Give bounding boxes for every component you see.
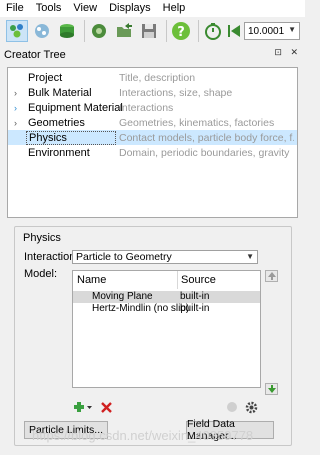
simulator-icon[interactable]	[88, 20, 110, 42]
refresh-icon	[227, 402, 237, 412]
column-header-source[interactable]: Source	[177, 271, 260, 289]
delete-icon	[100, 401, 112, 413]
table-row[interactable]: Hertz-Mindlin (no slip) built-in	[73, 303, 260, 315]
tree-item-label: Geometries	[28, 116, 85, 129]
add-model-button[interactable]	[72, 400, 94, 414]
table-row[interactable]: Moving Plane built-in	[73, 291, 260, 303]
panel-title: Creator Tree	[4, 48, 66, 61]
tree-item-project[interactable]: Project Title, description	[8, 70, 297, 85]
refresh-button[interactable]	[226, 401, 238, 413]
column-header-name[interactable]: Name	[77, 271, 177, 289]
tree-item-equipment-material[interactable]: › Equipment Material Interactions	[8, 100, 297, 115]
chevron-right-icon[interactable]: ›	[14, 103, 24, 113]
move-up-button[interactable]	[265, 270, 278, 282]
chevron-right-icon[interactable]: ›	[14, 118, 24, 128]
chevron-right-icon[interactable]: ›	[14, 88, 24, 98]
column-header-label: Source	[181, 274, 216, 286]
menu-view[interactable]: View	[67, 0, 103, 17]
tree-item-description: Title, description	[119, 71, 196, 84]
timestep-value: 10.0001	[248, 25, 285, 37]
model-source: built-in	[180, 291, 210, 302]
menu-displays[interactable]: Displays	[103, 0, 157, 17]
remove-model-button[interactable]	[100, 401, 112, 413]
bulk-material-icon[interactable]	[31, 20, 53, 42]
menu-tools[interactable]: Tools	[30, 0, 68, 17]
interaction-value: Particle to Geometry	[76, 251, 172, 263]
svg-text:?: ?	[177, 25, 185, 40]
add-icon	[74, 402, 92, 412]
model-source: built-in	[180, 303, 210, 314]
tree-item-label: Equipment Material	[28, 101, 123, 114]
tree-item-environment[interactable]: Environment Domain, periodic boundaries,…	[8, 145, 297, 160]
toolbar-separator	[166, 20, 167, 42]
tree-item-description: Contact models, particle body force, f..…	[119, 131, 294, 144]
model-name: Hertz-Mindlin (no slip)	[92, 303, 190, 314]
model-table: Name Source Moving Plane built-in Hertz-…	[72, 270, 261, 388]
menubar: File Tools View Displays Help	[0, 0, 305, 17]
arrow-down-icon	[267, 385, 276, 393]
chevron-down-icon: ▼	[288, 25, 296, 34]
interaction-select[interactable]: Particle to Geometry ▼	[72, 250, 258, 264]
tree-item-description: Interactions, size, shape	[119, 86, 233, 99]
model-name: Moving Plane	[92, 291, 153, 302]
tree-item-geometries[interactable]: › Geometries Geometries, kinematics, fac…	[8, 115, 297, 130]
toolbar-separator	[84, 20, 85, 42]
help-icon[interactable]: ?	[170, 20, 192, 42]
move-down-button[interactable]	[265, 383, 278, 395]
arrow-up-icon	[267, 272, 276, 280]
tree-item-description: Domain, periodic boundaries, gravity	[119, 146, 290, 159]
rewind-icon[interactable]	[227, 20, 241, 42]
timestep-combo[interactable]: 10.0001 ▼	[244, 22, 300, 40]
tree-item-physics[interactable]: Physics Contact models, particle body fo…	[8, 130, 297, 145]
tree-item-label: Project	[28, 71, 63, 84]
model-label: Model:	[24, 268, 58, 280]
panel-controls[interactable]: ⊡ ✕	[274, 47, 301, 58]
geometry-icon[interactable]	[56, 20, 78, 42]
physics-group-title: Physics	[22, 232, 62, 244]
tree-item-description: Geometries, kinematics, factories	[119, 116, 275, 129]
creator-tree: Project Title, description › Bulk Materi…	[7, 67, 298, 218]
settings-button[interactable]	[244, 400, 258, 414]
tree-item-label: Environment	[28, 146, 90, 159]
tree-item-label: Physics	[26, 130, 116, 145]
gear-icon	[245, 401, 257, 413]
open-icon[interactable]	[113, 20, 135, 42]
interaction-label: Interaction:	[24, 251, 79, 263]
column-header-label: Name	[77, 274, 107, 286]
save-icon[interactable]	[138, 20, 160, 42]
menu-file[interactable]: File	[0, 0, 30, 17]
particle-creator-icon[interactable]	[6, 20, 28, 42]
menu-help[interactable]: Help	[157, 0, 192, 17]
watermark: https://blog.csdn.net/weixin_40359778	[32, 428, 254, 443]
timer-icon[interactable]	[202, 20, 224, 42]
toolbar: ? 10.0001 ▼	[0, 17, 305, 45]
toolbar-separator	[198, 20, 199, 42]
tree-item-label: Bulk Material	[28, 86, 92, 99]
chevron-down-icon: ▼	[246, 252, 254, 261]
tree-item-description: Interactions	[119, 101, 174, 114]
tree-item-bulk-material[interactable]: › Bulk Material Interactions, size, shap…	[8, 85, 297, 100]
panel-title-bar: Creator Tree ⊡ ✕	[0, 47, 305, 62]
